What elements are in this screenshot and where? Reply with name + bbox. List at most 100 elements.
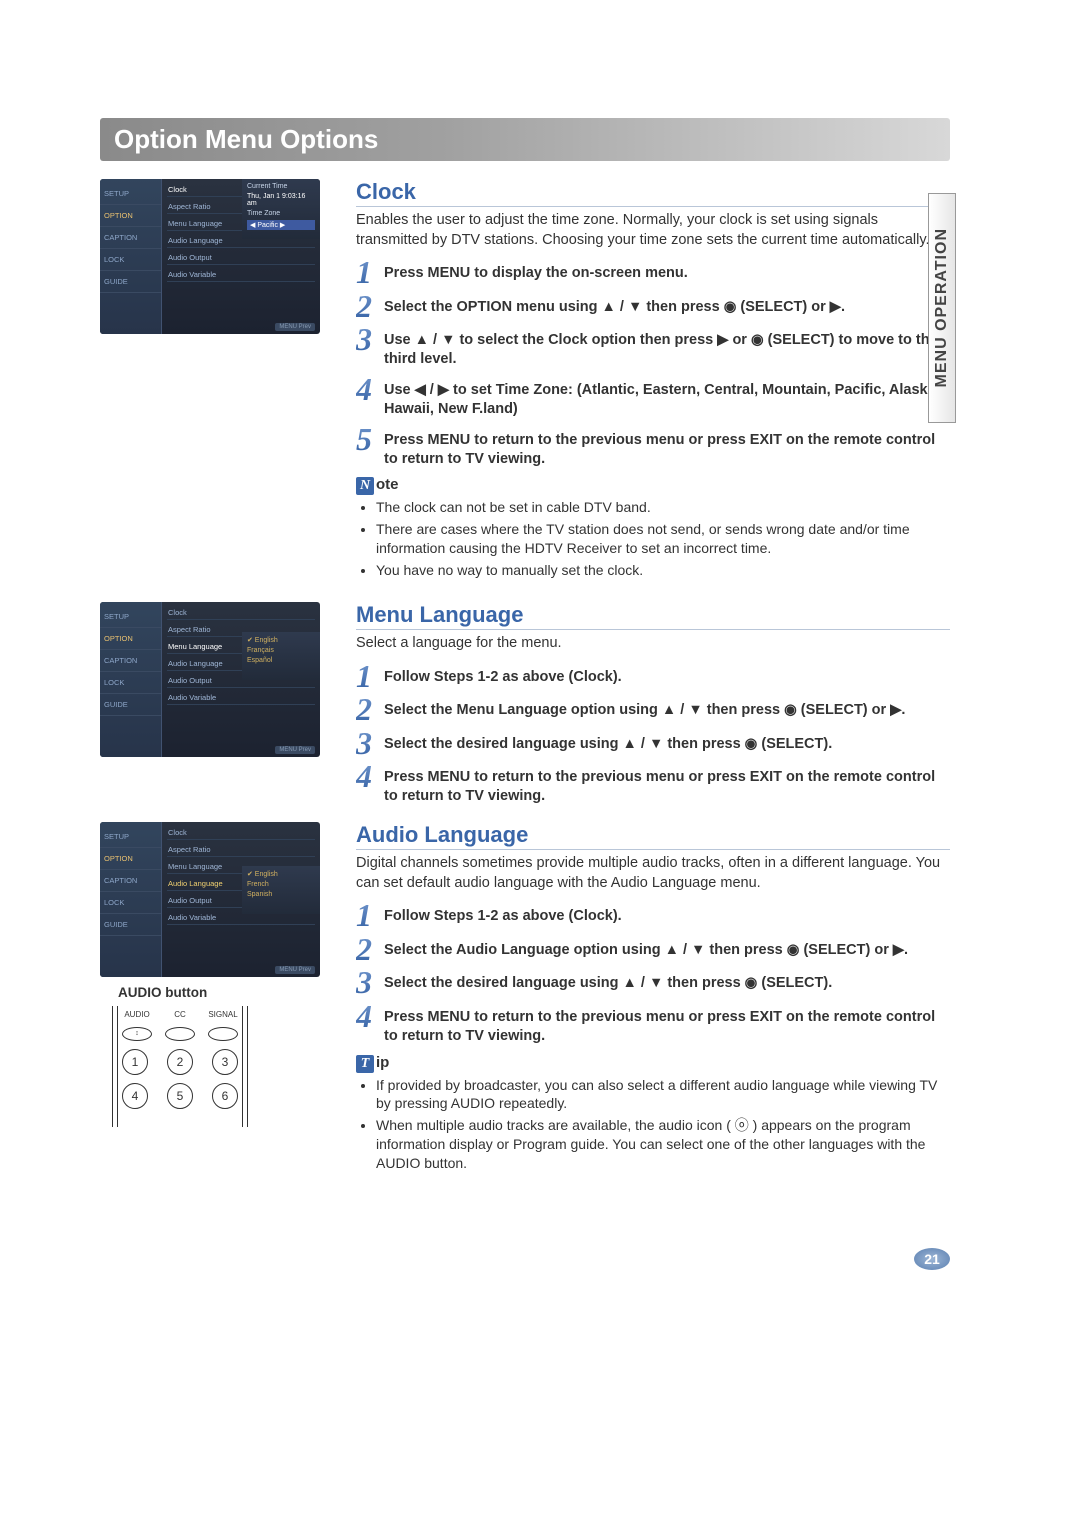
osd-item: Audio Variable [167,268,315,282]
osd-tab: OPTION [100,628,161,650]
step-number: 1 [356,903,378,929]
step-text: Use ◀ / ▶ to set Time Zone: (Atlantic, E… [384,377,950,419]
tip-label-rest: ip [376,1054,389,1071]
step-number: 3 [356,970,378,996]
note-item: You have no way to manually set the cloc… [376,561,950,580]
remote-num-button: 2 [167,1049,193,1075]
remote-oval-button [165,1027,195,1041]
osd-tab: GUIDE [100,694,161,716]
osd-tab: CAPTION [100,227,161,249]
menulang-intro: Select a language for the menu. [356,634,950,654]
tip-block: Tip If provided by broadcaster, you can … [356,1054,950,1173]
osd-tab: SETUP [100,606,161,628]
tip-icon: T [356,1055,374,1073]
side-tab: MENU OPERATION [928,193,956,423]
osd-panel-header: Time Zone [247,210,315,217]
section-heading-audiolang: Audio Language [356,822,950,850]
step-text: Press MENU to return to the previous men… [384,764,950,806]
remote-oval-button [208,1027,238,1041]
step-number: 2 [356,294,378,320]
osd-lang-option: French [247,881,315,888]
step-number: 4 [356,377,378,403]
audiolang-steps: 1 Follow Steps 1-2 as above (Clock). 2 Sel… [356,903,950,1045]
remote-num-button: 1 [122,1049,148,1075]
osd-tab: CAPTION [100,870,161,892]
osd-tab: CAPTION [100,650,161,672]
osd-tab: OPTION [100,848,161,870]
osd-tab: GUIDE [100,271,161,293]
remote-num-button: 4 [122,1083,148,1109]
osd-item: Audio Output [167,251,315,265]
remote-rail [112,1006,118,1127]
osd-item: Aspect Ratio [167,843,315,857]
osd-footer: MENU Prev [275,746,315,754]
osd-panel-value: Thu, Jan 1 9:03:16 am [247,193,315,207]
remote-top-label: AUDIO [122,1010,152,1019]
tip-item: If provided by broadcaster, you can also… [376,1076,950,1114]
remote-top-label: CC [165,1010,195,1019]
remote-oval-button: ↕ [122,1027,152,1041]
step-text: Use ▲ / ▼ to select the Clock option the… [384,327,950,369]
tip-item: When multiple audio tracks are available… [376,1116,950,1173]
page-title: Option Menu Options [114,124,378,154]
step-text: Follow Steps 1-2 as above (Clock). [384,664,622,687]
remote-num-button: 5 [167,1083,193,1109]
step-text: Press MENU to return to the previous men… [384,1004,950,1046]
side-tab-label: MENU OPERATION [933,228,951,387]
osd-tab: LOCK [100,249,161,271]
osd-lang-option: Español [247,657,315,664]
osd-panel-header: Current Time [247,183,315,190]
page-title-bar: Option Menu Options [100,118,950,161]
remote-illustration: AUDIO CC SIGNAL ↕ 1 2 3 4 5 6 [110,1006,250,1127]
osd-lang-option: ✔ English [247,870,315,878]
step-number: 5 [356,427,378,453]
step-text: Select the desired language using ▲ / ▼ … [384,731,832,754]
remote-num-button: 6 [212,1083,238,1109]
osd-item: Audio Variable [167,691,315,705]
osd-tab: GUIDE [100,914,161,936]
step-text: Follow Steps 1-2 as above (Clock). [384,903,622,926]
clock-steps: 1 Press MENU to display the on-screen men… [356,260,950,468]
osd-tab: LOCK [100,672,161,694]
remote-num-button: 3 [212,1049,238,1075]
remote-caption: AUDIO button [118,985,330,1000]
osd-tab: SETUP [100,826,161,848]
step-text: Press MENU to display the on-screen menu… [384,260,688,283]
osd-panel-selected: ◀ Pacific ▶ [247,220,315,230]
note-label-rest: ote [376,476,399,493]
osd-lang-option: ✔ English [247,636,315,644]
section-heading-menulang: Menu Language [356,602,950,630]
osd-footer: MENU Prev [275,966,315,974]
step-text: Select the Audio Language option using ▲… [384,937,908,960]
step-text: Select the Menu Language option using ▲ … [384,697,905,720]
step-number: 3 [356,327,378,353]
osd-item: Clock [167,826,315,840]
note-block: Note The clock can not be set in cable D… [356,476,950,580]
step-text: Press MENU to return to the previous men… [384,427,950,469]
osd-tab: LOCK [100,892,161,914]
step-text: Select the OPTION menu using ▲ / ▼ then … [384,294,845,317]
osd-tab: OPTION [100,205,161,227]
remote-top-label: SIGNAL [208,1010,238,1019]
osd-footer: MENU Prev [275,323,315,331]
step-text: Select the desired language using ▲ / ▼ … [384,970,832,993]
remote-rail [242,1006,248,1127]
step-number: 2 [356,937,378,963]
osd-lang-option: Français [247,647,315,654]
section-heading-clock: Clock [356,179,950,207]
osd-screenshot-menulang: SETUP OPTION CAPTION LOCK GUIDE Clock As… [100,602,320,757]
step-number: 1 [356,260,378,286]
osd-lang-option: Spanish [247,891,315,898]
step-number: 1 [356,664,378,690]
osd-tab: SETUP [100,183,161,205]
step-number: 4 [356,1004,378,1030]
osd-screenshot-audiolang: SETUP OPTION CAPTION LOCK GUIDE Clock As… [100,822,320,977]
osd-screenshot-clock: SETUP OPTION CAPTION LOCK GUIDE Clock As… [100,179,320,334]
note-icon: N [356,477,374,495]
step-number: 4 [356,764,378,790]
menulang-steps: 1 Follow Steps 1-2 as above (Clock). 2 Sel… [356,664,950,806]
clock-intro: Enables the user to adjust the time zone… [356,211,950,250]
step-number: 3 [356,731,378,757]
step-number: 2 [356,697,378,723]
note-item: There are cases where the TV station doe… [376,520,950,558]
